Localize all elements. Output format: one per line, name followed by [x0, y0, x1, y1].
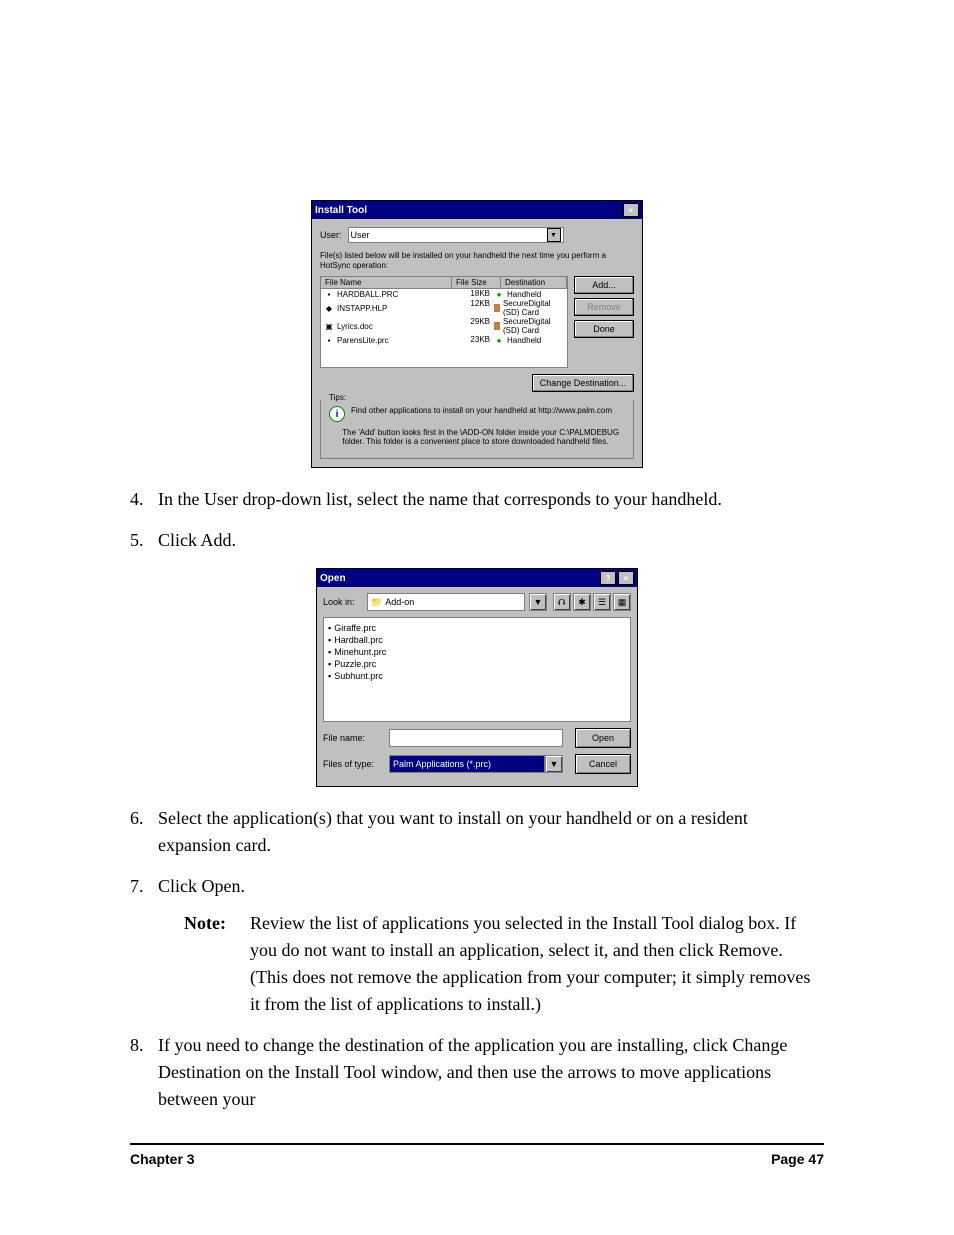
new-folder-icon[interactable]: ✱ [573, 593, 591, 611]
details-view-icon[interactable]: ▦ [613, 593, 631, 611]
user-label: User: [320, 230, 342, 240]
open-dialog: Open ? × Look in: 📁 Add-on ▼ [316, 568, 638, 787]
footer-chapter: Chapter 3 [130, 1151, 195, 1167]
file-icon: ▪ [328, 646, 331, 658]
chevron-down-icon[interactable]: ▼ [545, 755, 563, 773]
list-item[interactable]: ▪Minehunt.prc [328, 646, 626, 658]
step-5: 5. Click Add. [130, 527, 824, 554]
header-size[interactable]: File Size [452, 277, 501, 288]
page: Install Tool × User: User ▼ File(s) list… [0, 0, 954, 1227]
tip-text: Find other applications to install on yo… [351, 406, 612, 415]
handheld-icon: ● [494, 289, 504, 299]
close-icon[interactable]: × [623, 203, 639, 217]
list-item[interactable]: ▪Giraffe.prc [328, 622, 626, 634]
file-icon: ▣ [324, 321, 334, 331]
chevron-down-icon[interactable]: ▼ [529, 593, 547, 611]
tips-box: i Find other applications to install on … [320, 400, 634, 459]
step-7: 7. Click Open. Note: Review the list of … [130, 873, 824, 1018]
up-one-level-icon[interactable]: ⮉ [553, 593, 571, 611]
list-item[interactable]: ◆INSTAPP.HLP 12KB SecureDigital (SD) Car… [321, 299, 567, 317]
file-icon: ▪ [328, 634, 331, 646]
page-footer: Chapter 3 Page 47 [130, 1143, 824, 1167]
dialog-title: Install Tool [315, 205, 367, 216]
remove-button[interactable]: Remove [574, 298, 634, 316]
header-filename[interactable]: File Name [321, 277, 452, 288]
file-name-input[interactable] [389, 729, 563, 747]
figure-open-dialog: Open ? × Look in: 📁 Add-on ▼ [130, 568, 824, 787]
file-icon: ▪ [328, 622, 331, 634]
figure-install-tool: Install Tool × User: User ▼ File(s) list… [130, 200, 824, 468]
look-in-dropdown[interactable]: 📁 Add-on [367, 593, 525, 611]
done-button[interactable]: Done [574, 320, 634, 338]
files-of-type-dropdown[interactable]: Palm Applications (*.prc) ▼ [389, 756, 563, 772]
user-value: User [351, 230, 370, 240]
list-item[interactable]: ▪ParensLite.prc 23KB ●Handheld [321, 335, 567, 345]
help-icon[interactable]: ? [600, 571, 616, 585]
handheld-icon: ● [494, 335, 504, 345]
info-icon: i [329, 406, 345, 422]
files-of-type-label: Files of type: [323, 759, 383, 769]
look-in-label: Look in: [323, 597, 361, 607]
open-button[interactable]: Open [575, 728, 631, 748]
file-icon: ◆ [324, 303, 334, 313]
dialog-title: Open [320, 573, 346, 584]
user-dropdown[interactable]: User ▼ [348, 227, 564, 243]
file-icon: ▪ [328, 670, 331, 682]
cancel-button[interactable]: Cancel [575, 754, 631, 774]
add-button[interactable]: Add... [574, 276, 634, 294]
list-item[interactable]: ▣Lyrics.doc 29KB SecureDigital (SD) Card [321, 317, 567, 335]
chevron-down-icon[interactable]: ▼ [547, 228, 561, 242]
list-view-icon[interactable]: ☰ [593, 593, 611, 611]
file-browser[interactable]: ▪Giraffe.prc ▪Hardball.prc ▪Minehunt.prc… [323, 617, 631, 722]
file-name-label: File name: [323, 733, 383, 743]
file-icon: ▪ [324, 335, 334, 345]
file-icon: ▪ [324, 289, 334, 299]
change-destination-button[interactable]: Change Destination... [532, 374, 634, 392]
list-headers: File Name File Size Destination [321, 277, 567, 289]
step-6: 6. Select the application(s) that you wa… [130, 805, 824, 859]
header-destination[interactable]: Destination [501, 277, 567, 288]
folder-icon: 📁 [371, 597, 382, 608]
tip-text: The 'Add' button looks first in the \ADD… [342, 428, 625, 446]
list-item[interactable]: ▪Hardball.prc [328, 634, 626, 646]
instruction-text: File(s) listed below will be installed o… [320, 251, 634, 270]
sdcard-icon [494, 322, 500, 330]
list-item[interactable]: ▪Puzzle.prc [328, 658, 626, 670]
list-item[interactable]: ▪HARDBALL.PRC 18KB ●Handheld [321, 289, 567, 299]
list-item[interactable]: ▪Subhunt.prc [328, 670, 626, 682]
titlebar: Install Tool × [312, 201, 642, 219]
footer-page: Page 47 [771, 1151, 824, 1167]
titlebar: Open ? × [317, 569, 637, 587]
step-8: 8. If you need to change the destination… [130, 1032, 824, 1113]
close-icon[interactable]: × [618, 571, 634, 585]
install-tool-dialog: Install Tool × User: User ▼ File(s) list… [311, 200, 643, 468]
file-list[interactable]: File Name File Size Destination ▪HARDBAL… [320, 276, 568, 368]
step-4: 4. In the User drop-down list, select th… [130, 486, 824, 513]
sdcard-icon [494, 304, 500, 312]
note: Note: Review the list of applications yo… [184, 910, 824, 1018]
file-icon: ▪ [328, 658, 331, 670]
